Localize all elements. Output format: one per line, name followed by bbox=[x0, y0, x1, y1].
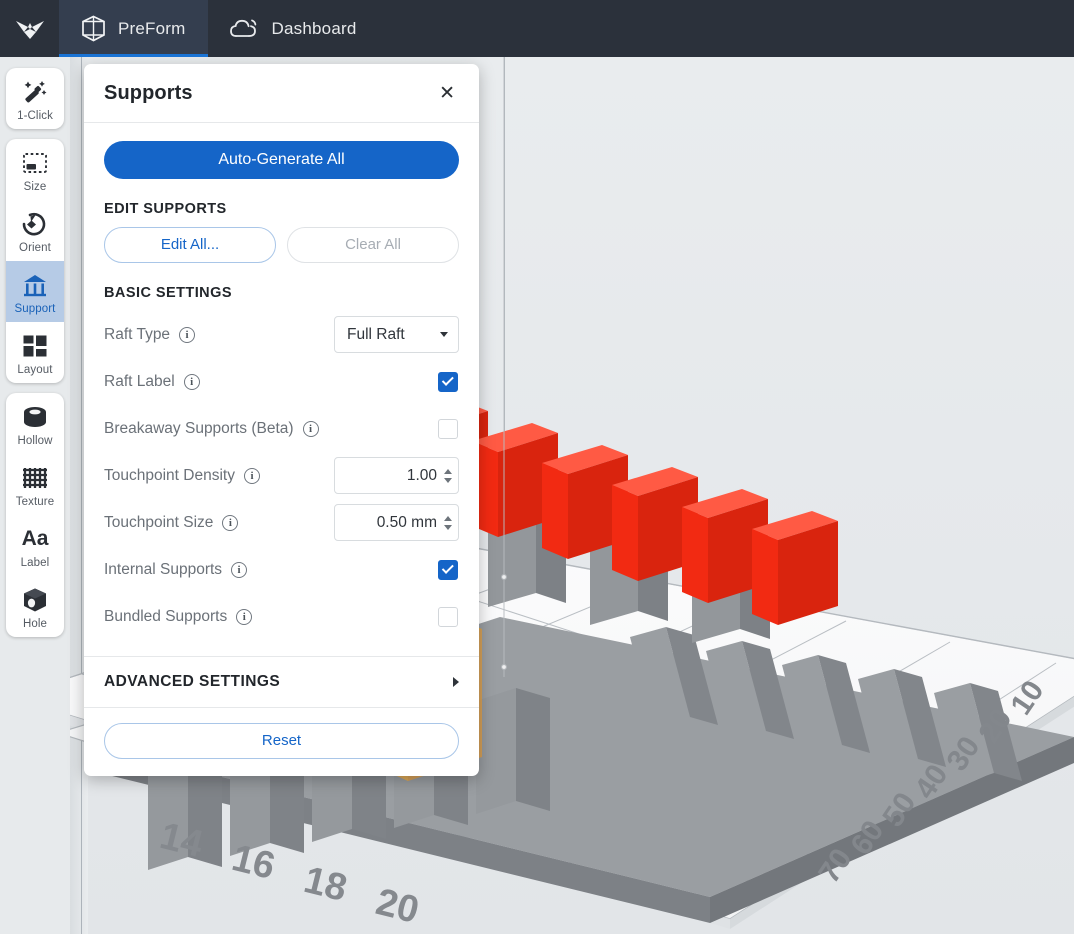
tab-dashboard-label: Dashboard bbox=[271, 18, 357, 38]
cube-hole-icon bbox=[22, 585, 48, 615]
tool-hole[interactable]: Hole bbox=[6, 576, 64, 637]
internal-supports-checkbox[interactable] bbox=[438, 559, 458, 580]
magic-wand-icon bbox=[21, 77, 49, 107]
setting-row-internal-supports: Internal Supports i bbox=[104, 546, 459, 593]
info-icon[interactable]: i bbox=[236, 608, 253, 625]
tool-texture[interactable]: Texture bbox=[6, 454, 64, 515]
cloud-icon bbox=[229, 18, 260, 40]
svg-text:16: 16 bbox=[228, 837, 279, 888]
touchpoint-size-value: 0.50 mm bbox=[376, 513, 437, 531]
reset-button[interactable]: Reset bbox=[104, 723, 459, 759]
tool-1-click-label: 1-Click bbox=[17, 110, 53, 122]
preform-app-window: MIXER SIDE bbox=[0, 0, 1074, 934]
setting-row-touchpoint-density: Touchpoint Density i 1.00 bbox=[104, 452, 459, 499]
supports-panel: Supports ✕ Auto-Generate All EDIT SUPPOR… bbox=[84, 64, 479, 776]
setting-label-touchpoint-density: Touchpoint Density bbox=[104, 466, 235, 484]
check-icon bbox=[441, 561, 454, 574]
tool-label-label: Label bbox=[20, 557, 50, 569]
mesh-icon bbox=[22, 463, 48, 493]
tool-orient-label: Orient bbox=[19, 242, 51, 254]
tab-preform-label: PreForm bbox=[118, 18, 186, 38]
info-icon[interactable]: i bbox=[179, 326, 196, 343]
panel-title: Supports bbox=[104, 81, 193, 104]
tab-dashboard[interactable]: Dashboard bbox=[208, 0, 379, 57]
advanced-settings-title: ADVANCED SETTINGS bbox=[104, 673, 281, 690]
clear-all-button[interactable]: Clear All bbox=[287, 227, 459, 263]
raft-type-value: Full Raft bbox=[347, 325, 405, 343]
tool-hollow[interactable]: Hollow bbox=[6, 393, 64, 454]
tool-rail: 1-Click Size Orient Support Layout Hollo… bbox=[6, 68, 64, 647]
setting-row-raft-label: Raft Label i bbox=[104, 358, 459, 405]
tool-layout[interactable]: Layout bbox=[6, 322, 64, 383]
support-icon bbox=[21, 270, 49, 300]
cube-icon bbox=[81, 15, 106, 42]
setting-label-bundled-supports: Bundled Supports bbox=[104, 607, 228, 625]
touchpoint-density-stepper[interactable] bbox=[444, 468, 452, 483]
stepper-down-icon[interactable] bbox=[444, 477, 452, 483]
close-icon[interactable]: ✕ bbox=[435, 80, 459, 107]
check-icon bbox=[441, 373, 454, 386]
tool-support-label: Support bbox=[14, 303, 56, 315]
svg-text:18: 18 bbox=[300, 859, 351, 910]
stepper-up-icon[interactable] bbox=[444, 515, 452, 521]
tool-group-3: Hollow Texture Aa Label Hole bbox=[6, 393, 64, 637]
cylinder-icon bbox=[21, 402, 49, 432]
supports-panel-header: Supports ✕ bbox=[84, 64, 479, 123]
auto-generate-all-button[interactable]: Auto-Generate All bbox=[104, 141, 459, 179]
touchpoint-size-input[interactable]: 0.50 mm bbox=[334, 504, 459, 541]
bundled-supports-checkbox[interactable] bbox=[438, 606, 458, 627]
setting-label-internal-supports: Internal Supports bbox=[104, 560, 223, 578]
breakaway-supports-checkbox[interactable] bbox=[438, 418, 458, 439]
svg-text:20: 20 bbox=[372, 881, 423, 932]
raft-type-select[interactable]: Full Raft bbox=[334, 316, 459, 353]
top-navigation-bar: PreForm Dashboard bbox=[0, 0, 1074, 57]
grid-icon bbox=[22, 331, 48, 361]
tool-size[interactable]: Size bbox=[6, 139, 64, 200]
tool-hollow-label: Hollow bbox=[17, 435, 53, 447]
info-icon[interactable]: i bbox=[183, 373, 200, 390]
tab-preform[interactable]: PreForm bbox=[59, 0, 208, 57]
touchpoint-size-stepper[interactable] bbox=[444, 515, 452, 530]
setting-label-breakaway-supports: Breakaway Supports (Beta) bbox=[104, 419, 294, 437]
tool-size-label: Size bbox=[23, 181, 47, 193]
stepper-up-icon[interactable] bbox=[444, 468, 452, 474]
tool-label[interactable]: Aa Label bbox=[6, 515, 64, 576]
touchpoint-density-input[interactable]: 1.00 bbox=[334, 457, 459, 494]
tool-group-1: 1-Click bbox=[6, 68, 64, 129]
edit-all-button[interactable]: Edit All... bbox=[104, 227, 276, 263]
edit-supports-buttons: Edit All... Clear All bbox=[104, 227, 459, 263]
setting-label-raft-label: Raft Label bbox=[104, 372, 175, 390]
chevron-right-icon[interactable] bbox=[453, 677, 459, 687]
formlabs-logo-icon[interactable] bbox=[0, 0, 59, 57]
setting-row-breakaway-supports: Breakaway Supports (Beta) i bbox=[104, 405, 459, 452]
advanced-settings-section[interactable]: ADVANCED SETTINGS bbox=[84, 656, 479, 708]
stepper-down-icon[interactable] bbox=[444, 524, 452, 530]
tool-orient[interactable]: Orient bbox=[6, 200, 64, 261]
info-icon[interactable]: i bbox=[222, 514, 239, 531]
tool-texture-label: Texture bbox=[15, 496, 55, 508]
supports-panel-body: Auto-Generate All EDIT SUPPORTS Edit All… bbox=[84, 123, 479, 640]
scale-icon bbox=[21, 148, 49, 178]
setting-label-raft-type: Raft Type bbox=[104, 325, 171, 343]
basic-settings-section-title: BASIC SETTINGS bbox=[104, 285, 232, 301]
chevron-down-icon bbox=[440, 332, 448, 337]
tool-layout-label: Layout bbox=[17, 364, 53, 376]
text-aa-icon: Aa bbox=[21, 527, 49, 550]
setting-row-raft-type: Raft Type i Full Raft bbox=[104, 311, 459, 358]
rotate-icon bbox=[21, 209, 49, 239]
setting-label-touchpoint-size: Touchpoint Size bbox=[104, 513, 214, 531]
raft-label-checkbox[interactable] bbox=[438, 371, 458, 392]
tool-support[interactable]: Support bbox=[6, 261, 64, 322]
info-icon[interactable]: i bbox=[231, 561, 248, 578]
setting-row-bundled-supports: Bundled Supports i bbox=[104, 593, 459, 640]
info-icon[interactable]: i bbox=[302, 420, 319, 437]
touchpoint-density-value: 1.00 bbox=[406, 466, 437, 484]
edit-supports-section-title: EDIT SUPPORTS bbox=[104, 201, 227, 217]
supports-panel-footer: Reset bbox=[84, 708, 479, 776]
setting-row-touchpoint-size: Touchpoint Size i 0.50 mm bbox=[104, 499, 459, 546]
tool-hole-label: Hole bbox=[22, 618, 48, 630]
tool-group-2: Size Orient Support Layout bbox=[6, 139, 64, 383]
info-icon[interactable]: i bbox=[243, 467, 260, 484]
tool-1-click[interactable]: 1-Click bbox=[6, 68, 64, 129]
